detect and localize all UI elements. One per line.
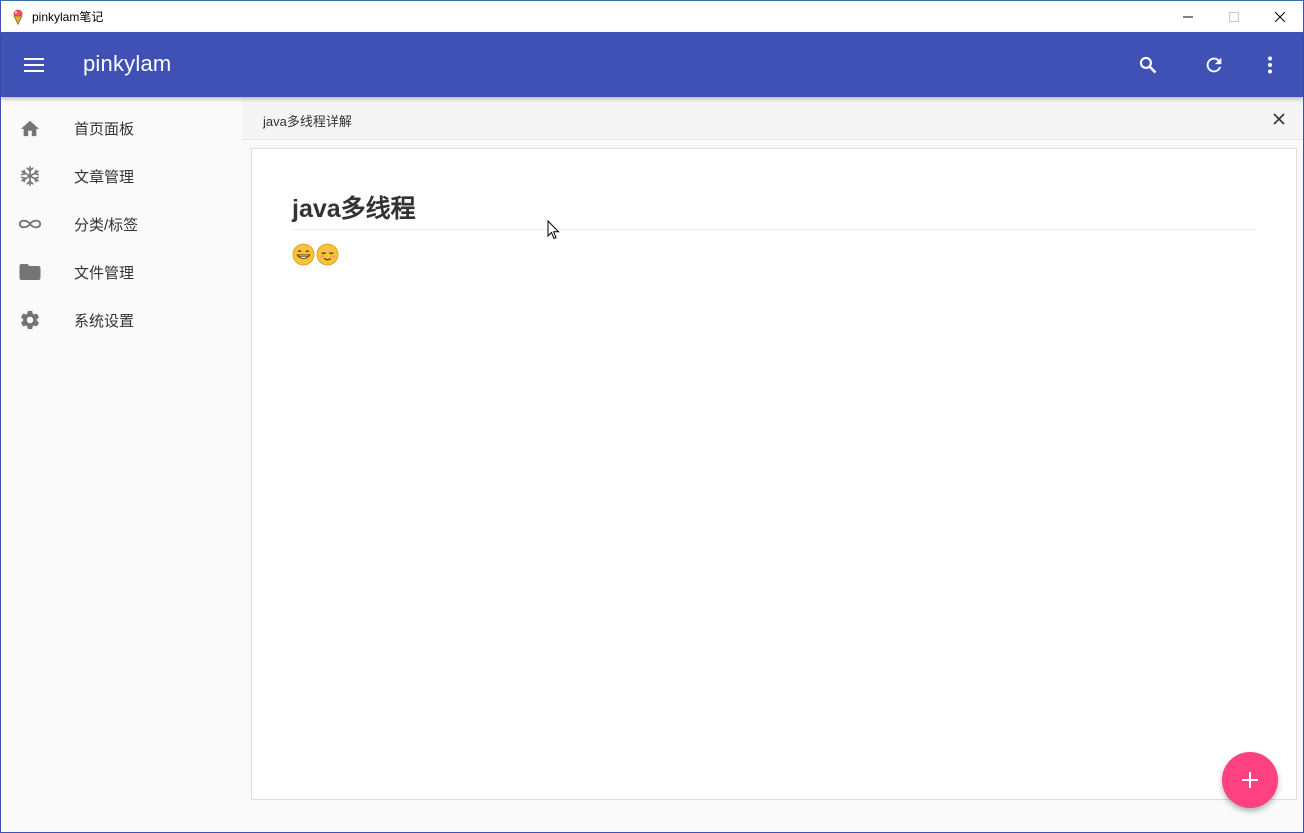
mouse-cursor-icon	[547, 220, 560, 240]
sidebar-item-home[interactable]: 首页面板	[1, 104, 242, 152]
snowflake-icon	[18, 164, 42, 188]
sidebar-item-label: 首页面板	[74, 120, 135, 138]
more-options-button[interactable]	[1251, 46, 1289, 84]
gear-icon	[18, 308, 42, 332]
menu-button[interactable]	[15, 46, 53, 84]
sidebar-item-label: 文件管理	[74, 264, 135, 282]
smiling-face-emoji-icon	[316, 243, 339, 266]
maximize-button[interactable]	[1211, 1, 1257, 32]
sidebar-item-label: 分类/标签	[74, 216, 139, 234]
close-tab-button[interactable]	[1269, 109, 1289, 129]
refresh-icon	[1206, 57, 1222, 73]
home-icon	[18, 116, 42, 140]
more-vert-icon	[1268, 56, 1272, 74]
window-controls	[1165, 1, 1303, 32]
sidebar-item-files[interactable]: 文件管理	[1, 248, 242, 296]
app-title: pinkylam	[83, 51, 172, 76]
sidebar-item-label: 文章管理	[74, 168, 135, 186]
search-button[interactable]	[1129, 46, 1167, 84]
close-window-button[interactable]	[1257, 1, 1303, 32]
infinity-icon	[18, 212, 42, 236]
document-heading: java多线程	[292, 189, 1256, 230]
main-content: java多线程详解 java多线程	[242, 97, 1303, 832]
sidebar: 首页面板 文章管理 分类/标签 文件管理 系统设置	[1, 97, 242, 832]
document-tab-bar: java多线程详解	[242, 97, 1303, 140]
minimize-button[interactable]	[1165, 1, 1211, 32]
tab-title[interactable]: java多线程详解	[263, 111, 352, 130]
hamburger-icon	[24, 58, 44, 72]
close-icon	[1273, 113, 1285, 125]
sidebar-item-articles[interactable]: 文章管理	[1, 152, 242, 200]
sidebar-item-settings[interactable]: 系统设置	[1, 296, 242, 344]
plus-icon	[1242, 772, 1258, 788]
sidebar-item-categories[interactable]: 分类/标签	[1, 200, 242, 248]
ice-cream-icon	[10, 9, 26, 25]
document-preview: java多线程	[251, 148, 1297, 800]
sidebar-item-label: 系统设置	[74, 312, 135, 330]
search-icon	[1139, 56, 1157, 74]
grinning-face-emoji-icon	[292, 243, 315, 266]
app-bar: pinkylam	[1, 32, 1303, 97]
window-title: pinkylam笔记	[32, 10, 104, 24]
app-window: pinkylam笔记 pinkylam 首页面板 文章管理 分类/标签 文件管理…	[0, 0, 1304, 833]
add-button[interactable]	[1222, 752, 1278, 808]
window-titlebar: pinkylam笔记	[1, 1, 1303, 32]
folder-icon	[18, 260, 42, 284]
refresh-button[interactable]	[1195, 46, 1233, 84]
emoji-line	[292, 243, 340, 267]
